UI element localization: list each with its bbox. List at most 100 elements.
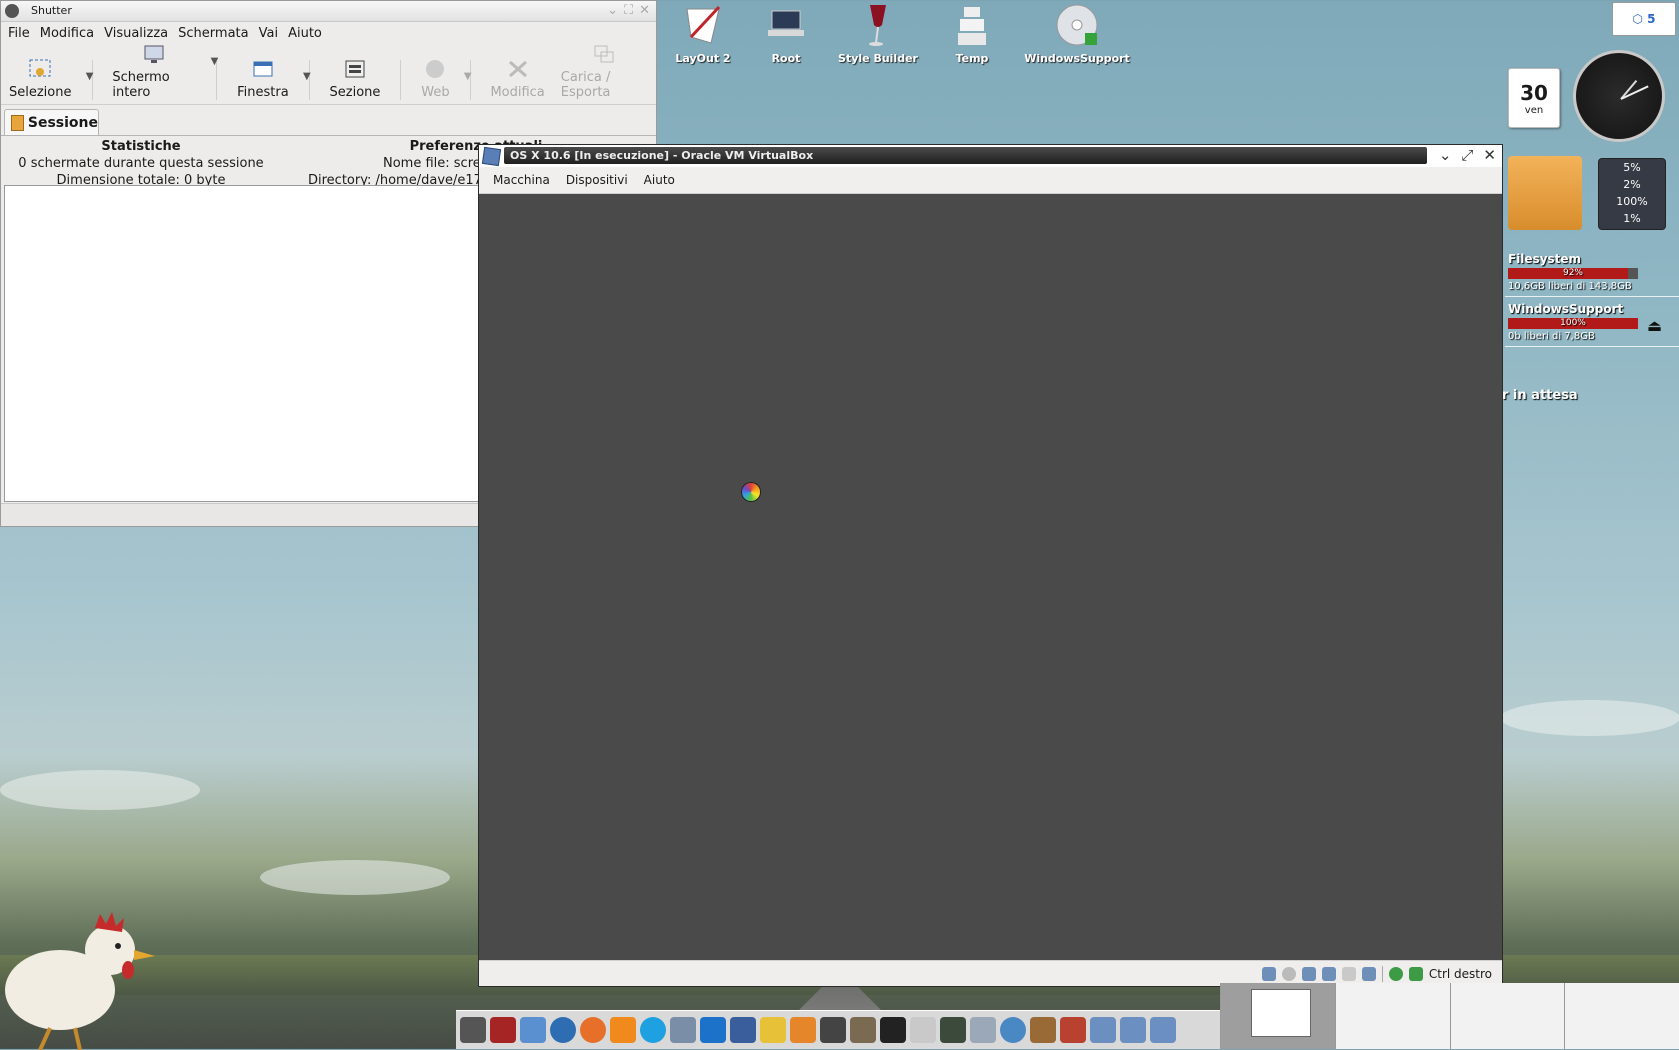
hard-disk-icon[interactable]: [1261, 966, 1276, 981]
usb-icon[interactable]: [1301, 966, 1316, 981]
video-capture-icon[interactable]: [1361, 966, 1376, 981]
toolbox-icon[interactable]: [1060, 1017, 1086, 1043]
menu-macchina[interactable]: Macchina: [485, 173, 558, 187]
tab-session-label: Sessione: [27, 114, 98, 131]
network-manager-icon[interactable]: [670, 1017, 696, 1043]
xmind-icon[interactable]: [610, 1017, 636, 1043]
desktop-switch-icon[interactable]: [1120, 1017, 1146, 1043]
gimp-icon[interactable]: [850, 1017, 876, 1043]
web-button[interactable]: Web ▼: [413, 57, 472, 100]
menu-modifica[interactable]: Modifica: [35, 26, 99, 41]
vbox-titlebar[interactable]: OS X 10.6 [In esecuzione] - Oracle VM Vi…: [479, 145, 1502, 167]
session-icon: [11, 114, 24, 131]
close-icon[interactable]: ✕: [1483, 146, 1496, 164]
maximize-icon[interactable]: ⤢: [1461, 146, 1473, 164]
fs-name: Filesystem: [1508, 252, 1582, 266]
chicken-illustration: [5, 912, 155, 1050]
skype-icon[interactable]: [640, 1017, 666, 1043]
system-monitor-icon[interactable]: [940, 1017, 966, 1043]
dropbox-tray-icon[interactable]: ⬡ 5: [1612, 2, 1676, 36]
chevron-down-icon[interactable]: ▼: [211, 56, 219, 67]
menu-schermata[interactable]: Schermata: [173, 26, 253, 41]
section-icon: [342, 57, 368, 81]
minimize-icon[interactable]: ⌄: [607, 3, 618, 18]
fs-usage-percent: 100%: [1560, 318, 1586, 328]
maximize-icon[interactable]: ⛶: [624, 3, 633, 18]
terminal-icon[interactable]: [460, 1017, 486, 1043]
upload-export-button[interactable]: Carica / Esporta: [553, 42, 656, 100]
desktop-switch-icon[interactable]: [1150, 1017, 1176, 1043]
menu-file[interactable]: File: [3, 26, 35, 41]
archive-box-icon[interactable]: [1508, 156, 1582, 230]
virtualbox-window[interactable]: OS X 10.6 [In esecuzione] - Oracle VM Vi…: [478, 144, 1503, 987]
fullscreen-label: Schermo intero: [112, 70, 170, 100]
desktop-icon-windowssupport[interactable]: WindowsSupport: [1022, 2, 1132, 65]
shutter-titlebar[interactable]: Shutter ⌄ ⛶ ✕: [1, 1, 656, 22]
cpu-monitor-widget[interactable]: 5% 2% 100% 1%: [1598, 158, 1666, 230]
menu-dispositivi[interactable]: Dispositivi: [558, 173, 636, 187]
network-icon[interactable]: [1321, 966, 1336, 981]
virtualbox-cube-icon: [481, 146, 502, 167]
red-app-icon[interactable]: [490, 1017, 516, 1043]
chevron-down-icon[interactable]: ▼: [464, 71, 472, 82]
world-clock-icon[interactable]: [1000, 1017, 1026, 1043]
shutter-toolbar: Selezione ▼ Schermo intero ▼ Finestra ▼ …: [1, 44, 656, 105]
disk-utility-icon[interactable]: [910, 1017, 936, 1043]
cloud: [260, 860, 450, 895]
cloud: [0, 770, 200, 810]
window-button[interactable]: Finestra ▼: [229, 57, 311, 100]
vm-screen[interactable]: [479, 195, 1502, 961]
firefox-icon[interactable]: [580, 1017, 606, 1043]
stack-icon: [949, 2, 995, 48]
shared-folder-icon[interactable]: [1341, 966, 1356, 981]
workspace-3[interactable]: [1449, 983, 1565, 1049]
menu-aiuto[interactable]: Aiuto: [636, 173, 683, 187]
menu-aiuto[interactable]: Aiuto: [283, 26, 327, 41]
chevron-down-icon[interactable]: ▼: [303, 71, 311, 82]
home-folder-icon[interactable]: [520, 1017, 546, 1043]
inkscape-icon[interactable]: [880, 1017, 906, 1043]
selection-icon: [27, 57, 53, 81]
desktop-switch-icon[interactable]: [1090, 1017, 1116, 1043]
workspace-1[interactable]: [1220, 983, 1335, 1049]
fs-info: 0b liberi di 7,8GB: [1508, 331, 1595, 342]
fs-info: 10,6GB liberi di 143,8GB: [1508, 281, 1632, 292]
blender-icon[interactable]: [790, 1017, 816, 1043]
calendar-day: 30: [1520, 81, 1548, 105]
waiting-label: r in attesa: [1502, 388, 1578, 403]
cpu-value: 2%: [1623, 178, 1641, 191]
minimize-icon[interactable]: ⌄: [1439, 146, 1452, 164]
browser-icon[interactable]: [550, 1017, 576, 1043]
chevron-down-icon[interactable]: ▼: [86, 71, 94, 82]
workspace-4[interactable]: [1564, 983, 1679, 1049]
taskbar: [456, 1010, 1221, 1049]
virtualbox-icon[interactable]: [730, 1017, 756, 1043]
optical-drive-icon[interactable]: [1281, 966, 1296, 981]
calendar-widget[interactable]: 30 ven: [1508, 68, 1560, 128]
filesystem-widget: Filesystem 92% 10,6GB liberi di 143,8GB: [1508, 252, 1638, 292]
fullscreen-button[interactable]: Schermo intero ▼: [104, 42, 218, 100]
menu-visualizza[interactable]: Visualizza: [99, 26, 173, 41]
tab-session[interactable]: Sessione: [4, 109, 99, 135]
desktop-icon-temp[interactable]: Temp: [917, 2, 1027, 65]
archive-manager-icon[interactable]: [1030, 1017, 1056, 1043]
image-viewer-icon[interactable]: [970, 1017, 996, 1043]
workspace-2[interactable]: [1334, 983, 1450, 1049]
window-label: Finestra: [237, 85, 289, 100]
cpu-value: 5%: [1623, 161, 1641, 174]
eject-icon[interactable]: ⏏: [1647, 316, 1662, 335]
selection-button[interactable]: Selezione ▼: [1, 57, 94, 100]
gnome-app-icon[interactable]: [760, 1017, 786, 1043]
close-icon[interactable]: ✕: [639, 3, 650, 18]
teamviewer-icon[interactable]: [700, 1017, 726, 1043]
clock-widget[interactable]: [1573, 50, 1665, 142]
wine-glass-icon: [855, 2, 901, 48]
menu-vai[interactable]: Vai: [254, 26, 283, 41]
edit-button[interactable]: Modifica: [482, 57, 552, 100]
stats-count: 0 schermate durante questa sessione: [18, 156, 264, 171]
mouse-integration-icon[interactable]: [1408, 966, 1423, 981]
section-button[interactable]: Sezione: [322, 57, 389, 100]
clapperboard-icon[interactable]: [820, 1017, 846, 1043]
virtualization-icon[interactable]: [1388, 966, 1403, 981]
session-tabstrip: Sessione: [1, 105, 656, 136]
